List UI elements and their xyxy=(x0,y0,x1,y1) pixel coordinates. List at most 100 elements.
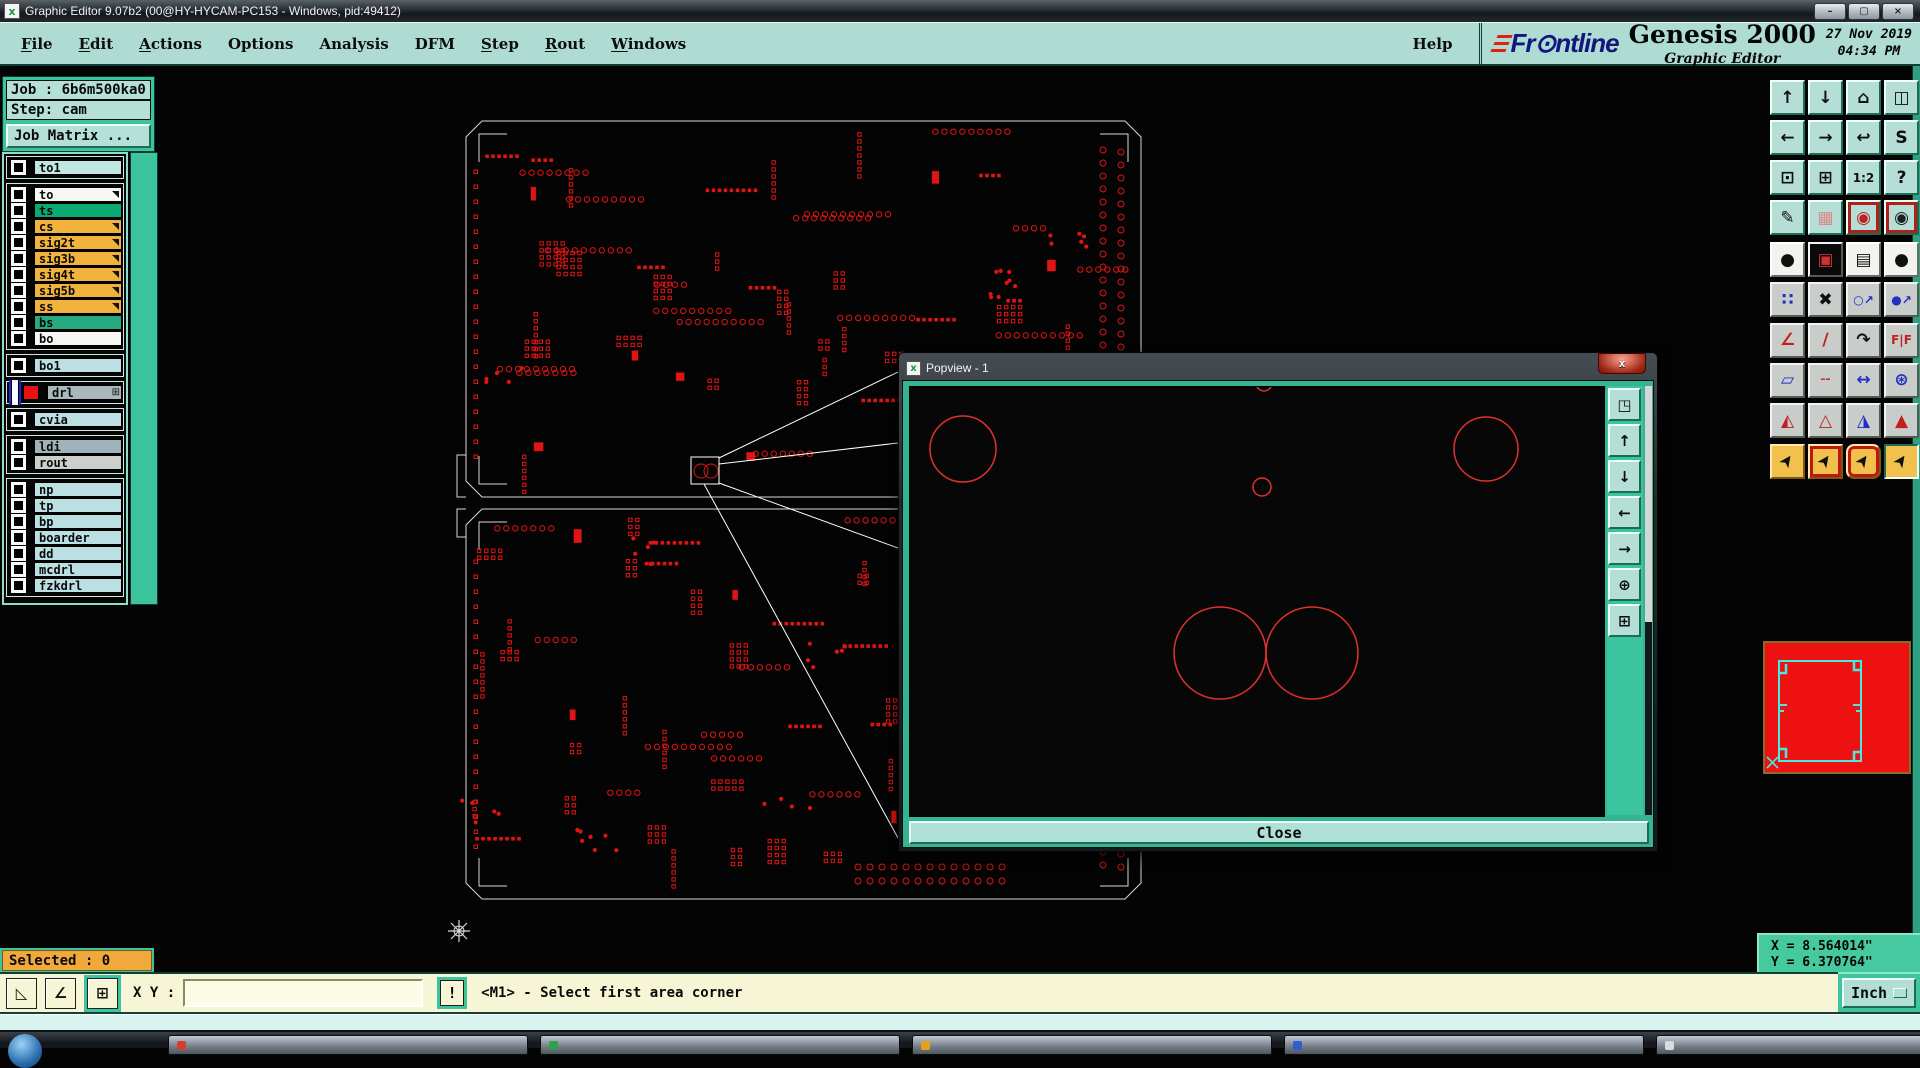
layer-checkbox[interactable] xyxy=(11,219,26,234)
tool-stretch-line[interactable]: ╌ xyxy=(1808,363,1843,398)
taskbar-app-5[interactable] xyxy=(1656,1035,1920,1055)
tool-net-display-a[interactable]: ◉ xyxy=(1846,200,1881,235)
tool-rotate-tool[interactable]: ↷ xyxy=(1846,323,1881,358)
layer-checkbox[interactable] xyxy=(11,267,26,282)
tool-net-chain[interactable]: ∷ xyxy=(1770,282,1805,317)
tool-zoom-in-box[interactable]: ⊞ xyxy=(1808,160,1843,195)
units-dropdown[interactable]: Inch xyxy=(1842,978,1916,1008)
layer-bar[interactable]: ss xyxy=(34,299,122,314)
popview-pan-left[interactable]: ← xyxy=(1608,496,1641,529)
taskbar-app-4[interactable] xyxy=(1284,1035,1644,1055)
tool-mirror-tool[interactable]: F|F xyxy=(1884,323,1919,358)
layer-bar[interactable]: bp xyxy=(34,514,122,529)
tool-pan-left[interactable]: ← xyxy=(1770,120,1805,155)
tool-cursor-select[interactable]: ➤ xyxy=(1770,444,1805,479)
angle-measure-button[interactable]: ∠ xyxy=(45,978,76,1009)
layer-bar[interactable]: dd xyxy=(34,546,122,561)
tool-measure-span[interactable]: ↔ xyxy=(1846,363,1881,398)
tool-cursor-round[interactable]: ➤ xyxy=(1846,444,1881,479)
tool-dfm-check-3[interactable]: ◮ xyxy=(1846,403,1881,438)
taskbar-app-2[interactable] xyxy=(540,1035,900,1055)
tool-pan-right[interactable]: → xyxy=(1808,120,1843,155)
layer-bar[interactable]: cvia xyxy=(34,412,122,427)
tool-dfm-check-1[interactable]: ◭ xyxy=(1770,403,1805,438)
tool-select-single[interactable]: ● xyxy=(1770,242,1805,277)
layer-list-scroll-strip[interactable] xyxy=(130,152,158,605)
tool-open-endpoint[interactable]: ○↗ xyxy=(1846,282,1881,317)
tool-pan-up[interactable]: ↑ xyxy=(1770,80,1805,115)
tool-help-tool[interactable]: ? xyxy=(1884,160,1919,195)
tool-dfm-check-2[interactable]: △ xyxy=(1808,403,1843,438)
layer-checkbox[interactable] xyxy=(11,530,26,545)
tool-home-view[interactable]: ⌂ xyxy=(1846,80,1881,115)
layer-checkbox[interactable] xyxy=(12,380,18,405)
layer-checkbox[interactable] xyxy=(11,482,26,497)
layer-checkbox[interactable] xyxy=(11,562,26,577)
layer-bar[interactable]: bs xyxy=(34,315,122,330)
layer-bar[interactable]: mcdrl xyxy=(34,562,122,577)
layer-bar[interactable]: sig5b xyxy=(34,283,122,298)
layer-checkbox[interactable] xyxy=(11,455,26,470)
popview-zoom-in[interactable]: ⊞ xyxy=(1608,604,1641,637)
tool-cursor-frame[interactable]: ➤ xyxy=(1808,444,1843,479)
start-button[interactable] xyxy=(8,1034,42,1068)
popview-detach-view[interactable]: ◳ xyxy=(1608,388,1641,421)
popview-pan-down[interactable]: ↓ xyxy=(1608,460,1641,493)
tool-copy-pad[interactable]: ▱ xyxy=(1770,363,1805,398)
layer-checkbox[interactable] xyxy=(11,546,26,561)
layer-checkbox[interactable] xyxy=(11,235,26,250)
popview-titlebar[interactable]: x Popview - 1 x xyxy=(902,356,1654,380)
layer-checkbox[interactable] xyxy=(11,283,26,298)
layer-checkbox[interactable] xyxy=(11,187,26,202)
popview-close-button[interactable]: Close xyxy=(909,821,1649,844)
tool-window-xy[interactable]: ◫ xyxy=(1884,80,1919,115)
layer-bar[interactable]: to xyxy=(34,187,122,202)
tool-tools-palette[interactable]: ✎ xyxy=(1770,200,1805,235)
taskbar-app-1[interactable] xyxy=(168,1035,528,1055)
popview-pan-up[interactable]: ↑ xyxy=(1608,424,1641,457)
tool-delete-x[interactable]: ✖ xyxy=(1808,282,1843,317)
layer-bar[interactable]: to1 xyxy=(34,160,122,175)
layer-bar[interactable]: boarder xyxy=(34,530,122,545)
tool-grid-toggle[interactable]: ▦ xyxy=(1808,200,1843,235)
popview-zoom-out[interactable]: ⊕ xyxy=(1608,568,1641,601)
board-overview-thumbnail[interactable] xyxy=(1763,641,1911,774)
alert-button[interactable]: ! xyxy=(440,980,464,1006)
tool-zoom-previous[interactable]: ↩ xyxy=(1846,120,1881,155)
layer-bar[interactable]: np xyxy=(34,482,122,497)
layer-bar[interactable]: sig2t xyxy=(34,235,122,250)
layer-checkbox[interactable] xyxy=(11,160,26,175)
popview-canvas[interactable] xyxy=(909,386,1605,817)
layer-checkbox[interactable] xyxy=(11,315,26,330)
layer-bar[interactable]: tp xyxy=(34,498,122,513)
layer-checkbox[interactable] xyxy=(11,331,26,346)
layer-bar[interactable]: cs xyxy=(34,219,122,234)
tool-route-serpentine[interactable]: S xyxy=(1884,120,1919,155)
tool-zoom-out-box[interactable]: ⊡ xyxy=(1770,160,1805,195)
tool-overlay-compare[interactable]: ▣ xyxy=(1808,242,1843,277)
tool-slope-tool[interactable]: ∕ xyxy=(1808,323,1843,358)
layer-checkbox[interactable] xyxy=(11,358,26,373)
tool-cursor-net[interactable]: ➤ xyxy=(1884,444,1919,479)
popview-scrollbar[interactable] xyxy=(1645,386,1652,815)
layer-checkbox[interactable] xyxy=(11,514,26,529)
layer-bar[interactable]: ldi xyxy=(34,439,122,454)
layer-checkbox[interactable] xyxy=(11,299,26,314)
layer-checkbox[interactable] xyxy=(11,251,26,266)
tool-scale-1-2[interactable]: 1:2 xyxy=(1846,160,1881,195)
tool-pad-dashed[interactable]: ● xyxy=(1884,242,1919,277)
layer-bar[interactable]: rout xyxy=(34,455,122,470)
layer-bar[interactable]: bo xyxy=(34,331,122,346)
tool-pan-down[interactable]: ↓ xyxy=(1808,80,1843,115)
popview-close-x-button[interactable]: x xyxy=(1598,353,1646,374)
layer-bar[interactable]: sig4t xyxy=(34,267,122,282)
layer-checkbox[interactable] xyxy=(11,578,26,593)
layer-bar[interactable]: sig3b xyxy=(34,251,122,266)
job-matrix-button[interactable]: Job Matrix ... xyxy=(6,124,151,148)
layer-checkbox[interactable] xyxy=(11,412,26,427)
tool-dfm-check-4[interactable]: ▲ xyxy=(1884,403,1919,438)
layer-bar[interactable]: drl⊞ xyxy=(47,385,122,400)
tool-move-endpoint[interactable]: ●↗ xyxy=(1884,282,1919,317)
layer-checkbox[interactable] xyxy=(11,439,26,454)
layer-bar[interactable]: bo1 xyxy=(34,358,122,373)
